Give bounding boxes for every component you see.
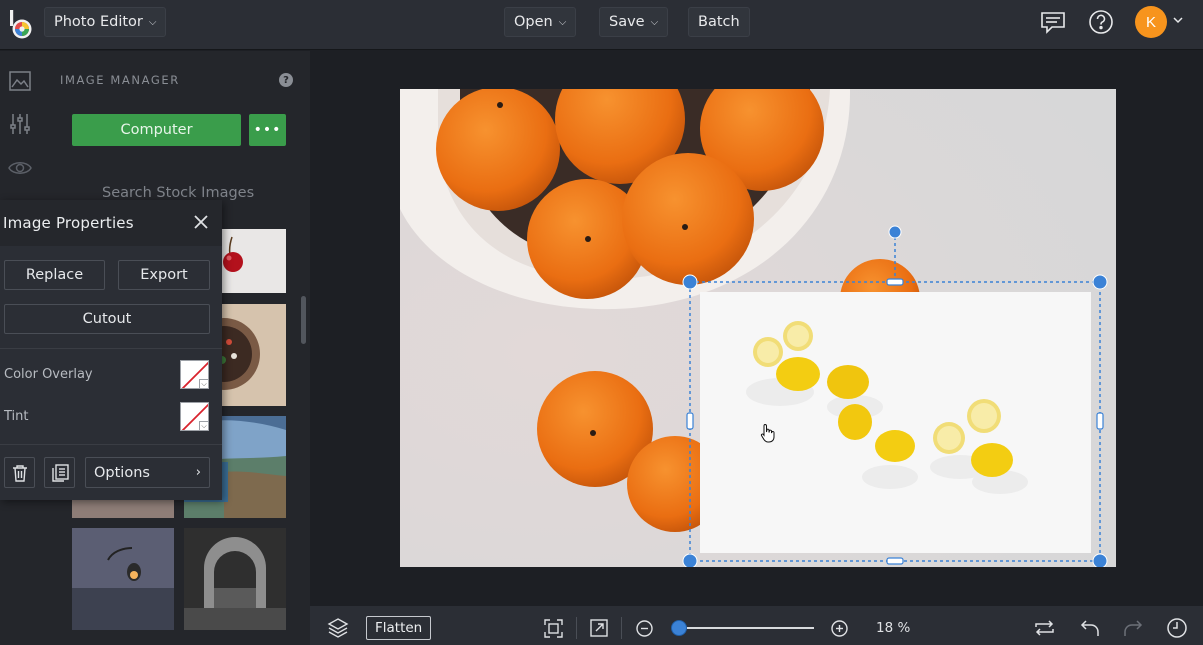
chevron-down-icon: ⌵ [650, 16, 659, 28]
help-icon[interactable]: ? [279, 73, 293, 87]
image-manager-title: IMAGE MANAGER [60, 73, 180, 87]
zoom-slider-track[interactable] [680, 627, 814, 629]
open-menu-button[interactable]: Open ⌵ [504, 7, 577, 37]
tint-swatch[interactable]: ⌵ [180, 402, 209, 431]
color-overlay-label: Color Overlay [4, 367, 93, 382]
user-avatar[interactable]: K [1135, 6, 1167, 38]
app-menu-label: Photo Editor [54, 14, 143, 30]
trash-icon [12, 464, 27, 482]
bottom-toolbar [310, 606, 1203, 645]
comment-icon[interactable] [1039, 9, 1067, 37]
undo-icon[interactable] [1080, 618, 1100, 638]
batch-button[interactable]: Batch [688, 7, 750, 37]
image-icon[interactable] [8, 69, 32, 93]
chevron-right-icon: › [195, 465, 201, 480]
stock-thumbnail-arch[interactable] [184, 528, 286, 630]
options-button[interactable]: Options › [85, 457, 210, 488]
swap-icon[interactable] [1034, 618, 1055, 638]
hand-cursor-icon [760, 423, 775, 443]
save-label: Save [609, 14, 645, 30]
color-overlay-swatch[interactable]: ⌵ [180, 360, 209, 389]
divider [0, 444, 222, 445]
expand-icon[interactable] [590, 619, 608, 637]
export-button[interactable]: Export [118, 260, 210, 290]
duplicate-icon [51, 463, 69, 482]
stock-thumbnail-partial[interactable] [72, 500, 174, 518]
panel-scrollbar-thumb[interactable] [301, 296, 306, 344]
selection-transform-box[interactable] [682, 223, 1108, 567]
zoom-in-icon[interactable] [831, 620, 848, 637]
close-icon[interactable] [192, 213, 210, 231]
duplicate-layer-button[interactable] [44, 457, 75, 488]
image-properties-title: Image Properties [3, 214, 134, 232]
top-bar: Photo Editor ⌵ Open ⌵ Save ⌵ Batch K [0, 0, 1203, 50]
more-options-button[interactable]: ••• [249, 114, 286, 146]
chevron-down-icon: ⌵ [148, 16, 157, 28]
flatten-button[interactable]: Flatten [366, 616, 432, 640]
history-icon[interactable] [1166, 617, 1188, 639]
zoom-percentage: 18 % [876, 620, 911, 636]
delete-layer-button[interactable] [4, 457, 35, 488]
computer-upload-button[interactable]: Computer [72, 114, 241, 146]
divider [576, 617, 577, 639]
chevron-down-icon: ⌵ [558, 16, 567, 28]
stock-thumbnail-lamp[interactable] [72, 528, 174, 630]
sliders-icon[interactable] [8, 112, 32, 136]
befunky-logo-icon[interactable] [6, 8, 36, 40]
divider [621, 617, 622, 639]
divider [0, 348, 222, 349]
image-properties-panel: Image Properties Replace Export Cutout C… [0, 200, 222, 500]
tint-label: Tint [4, 409, 29, 424]
chevron-down-icon: ⌵ [199, 421, 208, 430]
photo-canvas[interactable] [400, 89, 1116, 567]
replace-button[interactable]: Replace [4, 260, 105, 290]
cutout-button[interactable]: Cutout [4, 304, 210, 334]
redo-icon[interactable] [1123, 618, 1143, 638]
app-menu-button[interactable]: Photo Editor ⌵ [44, 7, 167, 37]
zoom-slider-handle[interactable] [671, 620, 687, 636]
save-menu-button[interactable]: Save ⌵ [599, 7, 669, 37]
search-stock-images-label[interactable]: Search Stock Images [102, 185, 254, 201]
zoom-out-icon[interactable] [636, 620, 653, 637]
eye-icon[interactable] [8, 156, 32, 180]
help-icon[interactable] [1088, 9, 1114, 35]
chevron-down-icon[interactable] [1173, 16, 1183, 24]
batch-label: Batch [698, 14, 740, 30]
options-label: Options [94, 464, 150, 481]
open-label: Open [514, 14, 553, 30]
chevron-down-icon: ⌵ [199, 379, 208, 388]
fit-screen-icon[interactable] [544, 619, 563, 638]
layers-icon[interactable] [327, 617, 349, 639]
